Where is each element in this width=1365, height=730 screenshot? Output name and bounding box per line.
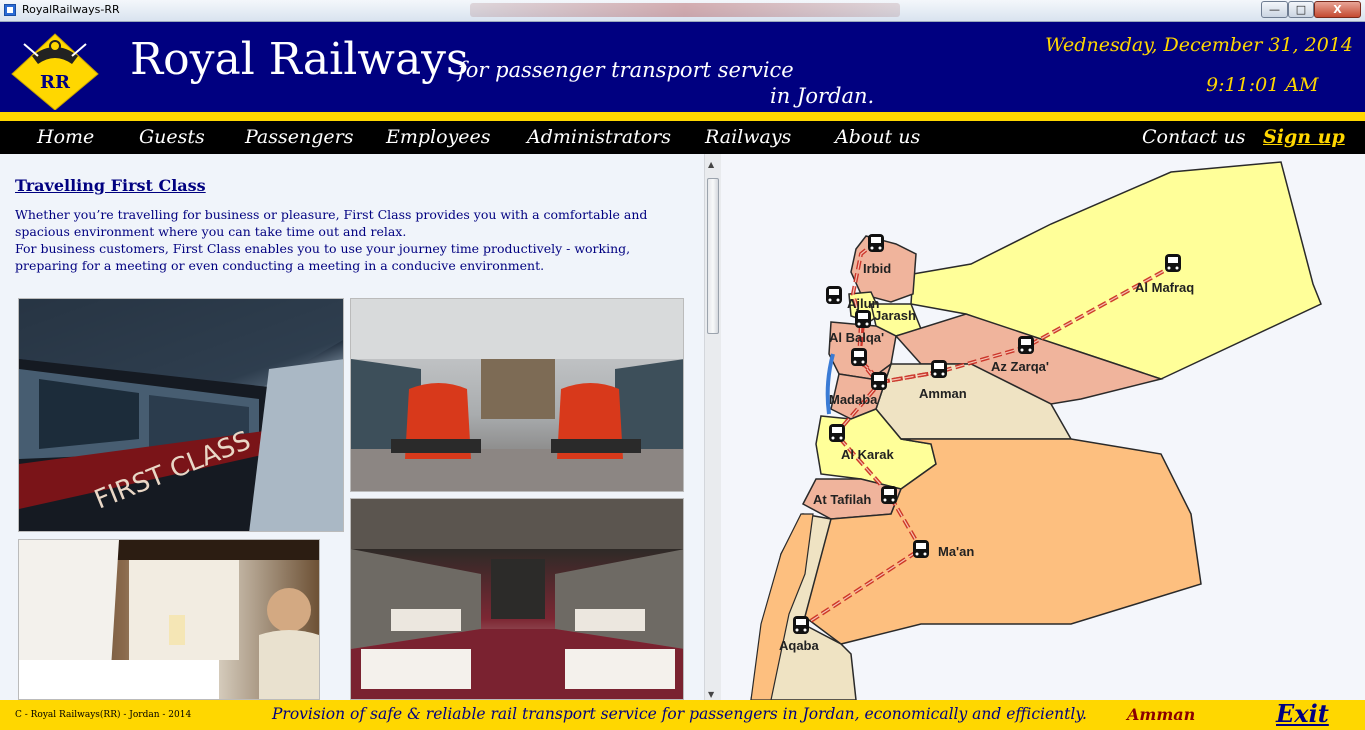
jordan-railway-map: Irbid Ajlun Jarash Al Mafraq Al Balqa' A… xyxy=(721,154,1365,700)
footer-city: Amman xyxy=(1127,705,1196,724)
brand-title: Royal Railways xyxy=(130,34,469,85)
current-time: 9:11:01 AM xyxy=(1206,74,1319,96)
tagline-line1: for passenger transport service xyxy=(458,58,794,82)
app-icon xyxy=(4,4,16,16)
article-title: Travelling First Class xyxy=(15,176,206,195)
map-label-aqaba: Aqaba xyxy=(779,638,820,653)
window-titlebar: RoyalRailways-RR — □ X xyxy=(0,0,1365,22)
maximize-button[interactable]: □ xyxy=(1288,1,1314,18)
content-panel: Travelling First Class Whether you’re tr… xyxy=(0,154,704,700)
titlebar-highlight xyxy=(470,3,900,17)
footer-bar: C - Royal Railways(RR) - Jordan - 2014 P… xyxy=(0,699,1365,730)
map-label-al-karak: Al Karak xyxy=(841,447,895,462)
article-paragraph-1: Whether you’re travelling for business o… xyxy=(15,207,648,239)
map-label-maan: Ma'an xyxy=(938,544,974,559)
footer-copyright: C - Royal Railways(RR) - Jordan - 2014 xyxy=(15,710,192,720)
nav-employees[interactable]: Employees xyxy=(386,126,491,148)
nav-sign-up[interactable]: Sign up xyxy=(1263,126,1345,148)
steward-service-photo xyxy=(18,539,320,700)
first-class-seats-photo xyxy=(350,298,684,492)
footer-mission: Provision of safe & reliable rail transp… xyxy=(272,705,1087,723)
scroll-thumb[interactable] xyxy=(707,178,719,334)
content-scrollbar[interactable]: ▲ ▼ xyxy=(704,154,721,700)
map-label-madaba: Madaba xyxy=(829,392,878,407)
current-date: Wednesday, December 31, 2014 xyxy=(1045,34,1353,56)
logo-text: RR xyxy=(40,72,71,93)
nav-administrators[interactable]: Administrators xyxy=(527,126,671,148)
nav-railways[interactable]: Railways xyxy=(705,126,791,148)
map-label-at-tafilah: At Tafilah xyxy=(813,492,871,507)
nav-guests[interactable]: Guests xyxy=(139,126,205,148)
scroll-down-icon[interactable]: ▼ xyxy=(708,690,714,699)
article-paragraph-2: For business customers, First Class enab… xyxy=(15,241,631,273)
nav-about-us[interactable]: About us xyxy=(835,126,920,148)
map-label-al-balqa: Al Balqa' xyxy=(829,330,884,345)
tagline-line2: in Jordan. xyxy=(770,84,875,108)
dining-car-photo xyxy=(350,498,684,700)
nav-passengers[interactable]: Passengers xyxy=(245,126,353,148)
exit-link[interactable]: Exit xyxy=(1276,699,1329,728)
nav-home[interactable]: Home xyxy=(37,126,94,148)
map-label-jarash: Jarash xyxy=(874,308,916,323)
map-label-al-mafraq: Al Mafraq xyxy=(1135,280,1194,295)
map-label-irbid: Irbid xyxy=(863,261,891,276)
header-divider xyxy=(0,112,1365,121)
close-button[interactable]: X xyxy=(1314,1,1361,18)
map-label-amman: Amman xyxy=(919,386,967,401)
app-header: RR Royal Railways for passenger transpor… xyxy=(0,22,1365,112)
minimize-button[interactable]: — xyxy=(1261,1,1288,18)
main-nav: Home Guests Passengers Employees Adminis… xyxy=(0,121,1365,154)
royal-railways-logo: RR xyxy=(11,33,99,110)
window-title: RoyalRailways-RR xyxy=(22,3,120,16)
first-class-train-photo: FIRST CLASS xyxy=(18,298,344,532)
map-label-az-zarqa: Az Zarqa' xyxy=(991,359,1049,374)
nav-contact-us[interactable]: Contact us xyxy=(1142,126,1245,148)
scroll-up-icon[interactable]: ▲ xyxy=(708,160,714,169)
